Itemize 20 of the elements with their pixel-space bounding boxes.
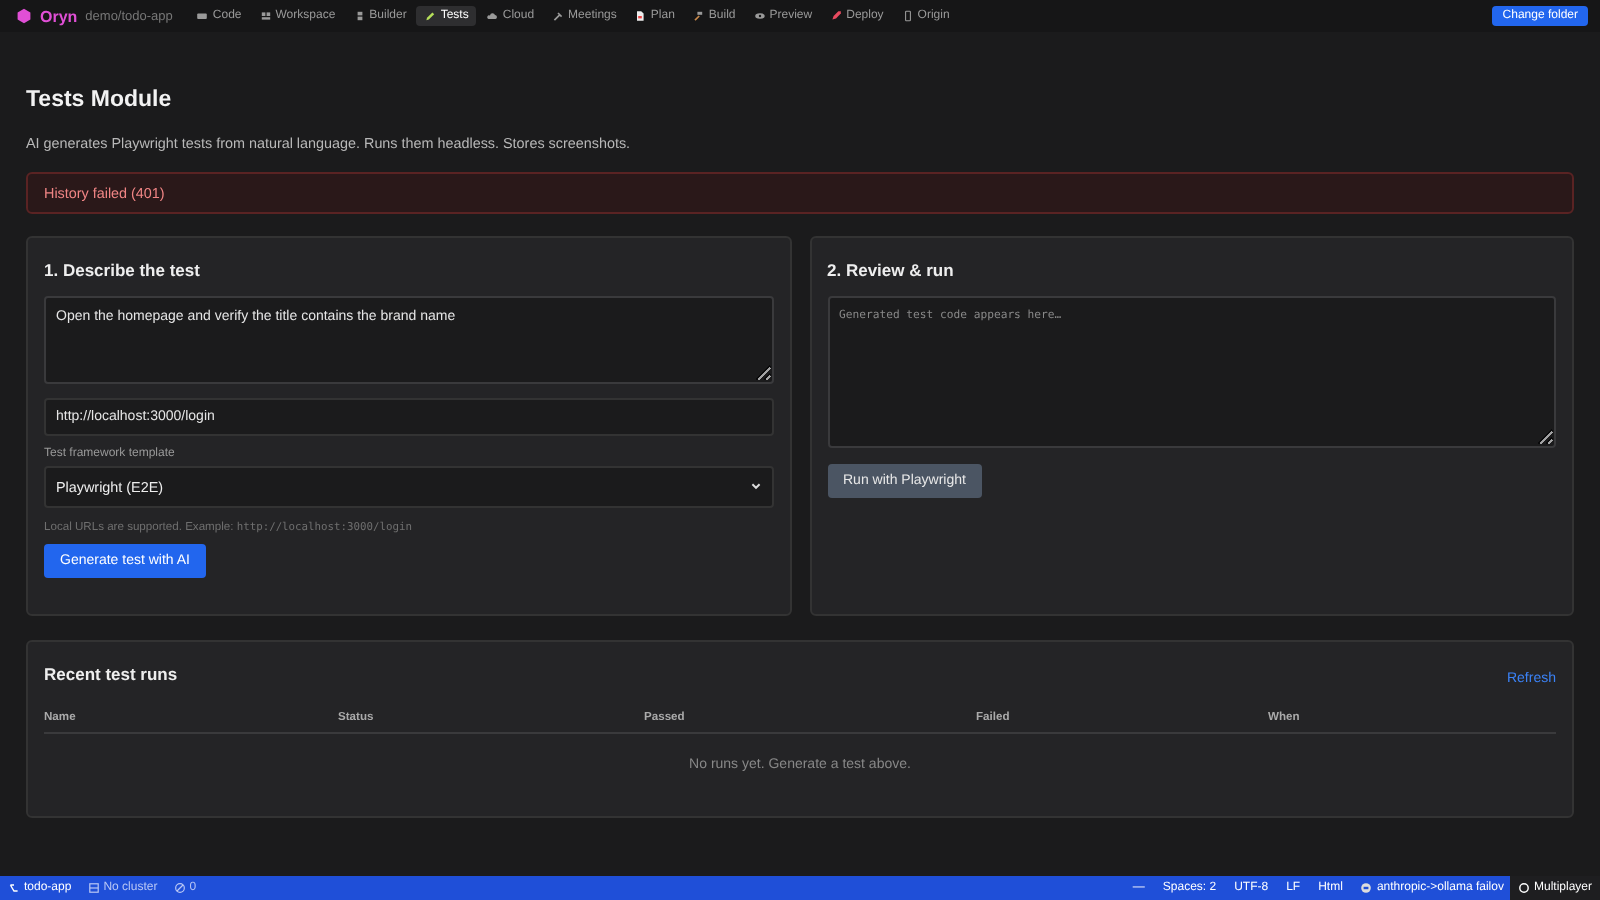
page-title: Tests Module [26, 90, 174, 113]
card-heading: 1. Describe the test [44, 259, 202, 279]
document-icon [634, 10, 647, 22]
phone-icon [901, 10, 914, 22]
hammer-icon [692, 10, 705, 22]
server-icon [87, 882, 100, 894]
pencil-icon [424, 10, 437, 22]
keyboard-icon [196, 10, 209, 22]
brand-name: Oryn [40, 7, 78, 25]
logo-icon [16, 8, 32, 24]
chevron-icon [749, 480, 761, 492]
hammer-icon [552, 10, 565, 22]
card-heading: 2. Review & run [827, 259, 956, 279]
eye-icon [753, 10, 766, 22]
circle-icon [1517, 882, 1530, 894]
card-heading: Recent test runs [44, 663, 178, 683]
blocked-icon [173, 882, 186, 894]
blocks-icon [353, 10, 366, 22]
cloud-icon [486, 10, 499, 22]
grid-icon [259, 10, 272, 22]
